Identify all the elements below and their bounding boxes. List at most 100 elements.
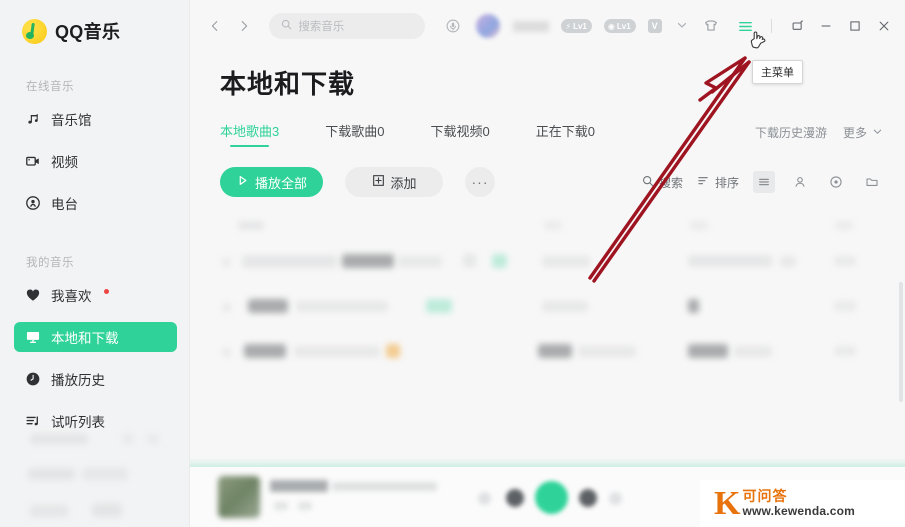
redacted-song-tag [342,254,394,268]
sidebar-item-favorites[interactable]: 我喜欢 [14,280,177,310]
play-all-button[interactable]: 播放全部 [220,167,324,197]
tab-bar: 本地歌曲3 下载歌曲0 下载视频0 正在下载0 下载历史漫游 更多 [220,119,883,147]
table-row[interactable] [220,331,883,376]
sidebar: QQ音乐 在线音乐 音乐馆 视频 电台 我的音乐 我喜欢 本地和下载 播放历史 … [0,0,190,527]
sidebar-item-label: 视频 [51,155,78,170]
redacted-column-header [835,221,853,230]
sidebar-item-local-and-download[interactable]: 本地和下载 [14,322,177,352]
heart-icon [24,287,41,304]
avatar[interactable] [475,14,500,38]
redacted-album-extra [734,346,772,357]
sidebar-item-radio[interactable]: 电台 [14,188,177,218]
watermark-text: 可问答 www.kewenda.com [742,488,856,518]
redacted-sidebar-block [28,468,75,480]
chevron-left-icon[interactable] [204,13,227,39]
skin-shirt-icon[interactable] [701,14,722,38]
download-history-roam-link[interactable]: 下载历史漫游 [755,124,827,141]
video-camera-icon [24,153,41,170]
next-icon[interactable] [579,489,597,507]
watermark-logo: K [714,484,741,522]
monitor-icon [24,329,41,346]
tab-downloaded-videos[interactable]: 下载视频0 [430,121,489,145]
shuffle-icon[interactable] [478,492,491,505]
sidebar-item-video[interactable]: 视频 [14,146,177,176]
top-toolbar: 搜索音乐 ⚡ Lv1 ◉ Lv1 V [190,0,905,52]
clock-icon [24,371,41,388]
page-content: 本地和下载 本地歌曲3 下载歌曲0 下载视频0 正在下载0 下载历史漫游 更多 [190,52,905,527]
playlist-icon [24,413,41,430]
watermark-url: www.kewenda.com [742,503,856,518]
sidebar-item-label: 试听列表 [51,415,105,430]
album-disc-view-icon[interactable] [825,171,847,193]
previous-icon[interactable] [506,489,524,507]
album-art[interactable] [218,476,260,518]
redacted-quality-badge [386,344,400,358]
table-row[interactable] [220,286,883,331]
tab-downloading[interactable]: 正在下载0 [536,121,595,145]
sidebar-item-label: 电台 [51,197,78,212]
vip-badge[interactable]: V [647,19,662,33]
redacted-nickname [512,20,550,32]
redacted-sidebar-block [30,434,88,444]
redacted-column-header [690,221,708,230]
list-search-button[interactable]: 搜索 [642,174,683,191]
redacted-song-title [244,344,286,358]
radio-icon [24,195,41,212]
microphone-icon[interactable] [443,14,464,38]
song-table [220,219,883,376]
list-search-label: 搜索 [658,175,683,190]
level-badge-lightning[interactable]: ⚡ Lv1 [561,19,592,33]
more-label: 更多 [842,126,867,140]
tab-downloaded-songs[interactable]: 下载歌曲0 [325,121,384,145]
redacted-artist [538,344,572,358]
redacted-quality-badge [463,254,476,267]
redacted-sidebar-block [82,468,128,480]
watermark: K 可问答 www.kewenda.com [700,480,905,527]
folder-view-icon[interactable] [861,171,883,193]
play-icon[interactable] [535,481,568,514]
redacted-sidebar-block [92,503,122,517]
tab-local-songs[interactable]: 本地歌曲3 [220,121,279,147]
play-all-label: 播放全部 [255,175,308,191]
scrollbar[interactable] [899,282,903,402]
more-actions-button[interactable]: ··· [465,167,496,197]
list-view-icon[interactable] [753,171,775,193]
minimize-icon[interactable] [815,13,838,39]
sidebar-item-label: 我喜欢 [51,289,92,304]
redacted-artist-extra [578,346,636,357]
chevron-down-icon[interactable] [676,19,688,34]
progress-bar[interactable] [190,458,905,467]
mini-player-icon[interactable] [786,13,809,39]
sidebar-item-label: 本地和下载 [51,331,119,346]
table-header [220,219,883,241]
search-input[interactable]: 搜索音乐 [269,13,425,39]
redacted-index [222,258,231,267]
add-button[interactable]: 添加 [345,167,444,197]
sort-button[interactable]: 排序 [697,174,739,191]
redacted-time [298,502,312,510]
badge-label: Lv1 [616,21,631,31]
sidebar-item-music-hall[interactable]: 音乐馆 [14,104,177,134]
level-badge-coin[interactable]: ◉ Lv1 [603,19,636,33]
app-logo[interactable]: QQ音乐 [0,0,189,46]
redacted-now-playing-artist [332,482,437,491]
plus-box-icon [372,174,385,190]
sidebar-group-label-online: 在线音乐 [26,81,74,93]
maximize-icon[interactable] [844,13,867,39]
lyrics-icon[interactable] [609,492,622,505]
close-icon[interactable] [872,13,895,39]
sidebar-item-play-history[interactable]: 播放历史 [14,364,177,394]
more-dropdown[interactable]: 更多 [843,124,883,141]
sidebar-item-preview-list[interactable]: 试听列表 [14,406,177,436]
table-row[interactable] [220,241,883,286]
chevron-right-icon[interactable] [233,13,256,39]
redacted-song-title [248,299,288,313]
redacted-sidebar-block [122,434,134,444]
sort-icon [697,174,710,190]
redacted-artist [542,256,590,267]
sidebar-item-label: 音乐馆 [51,113,92,128]
singer-view-icon[interactable] [789,171,811,193]
